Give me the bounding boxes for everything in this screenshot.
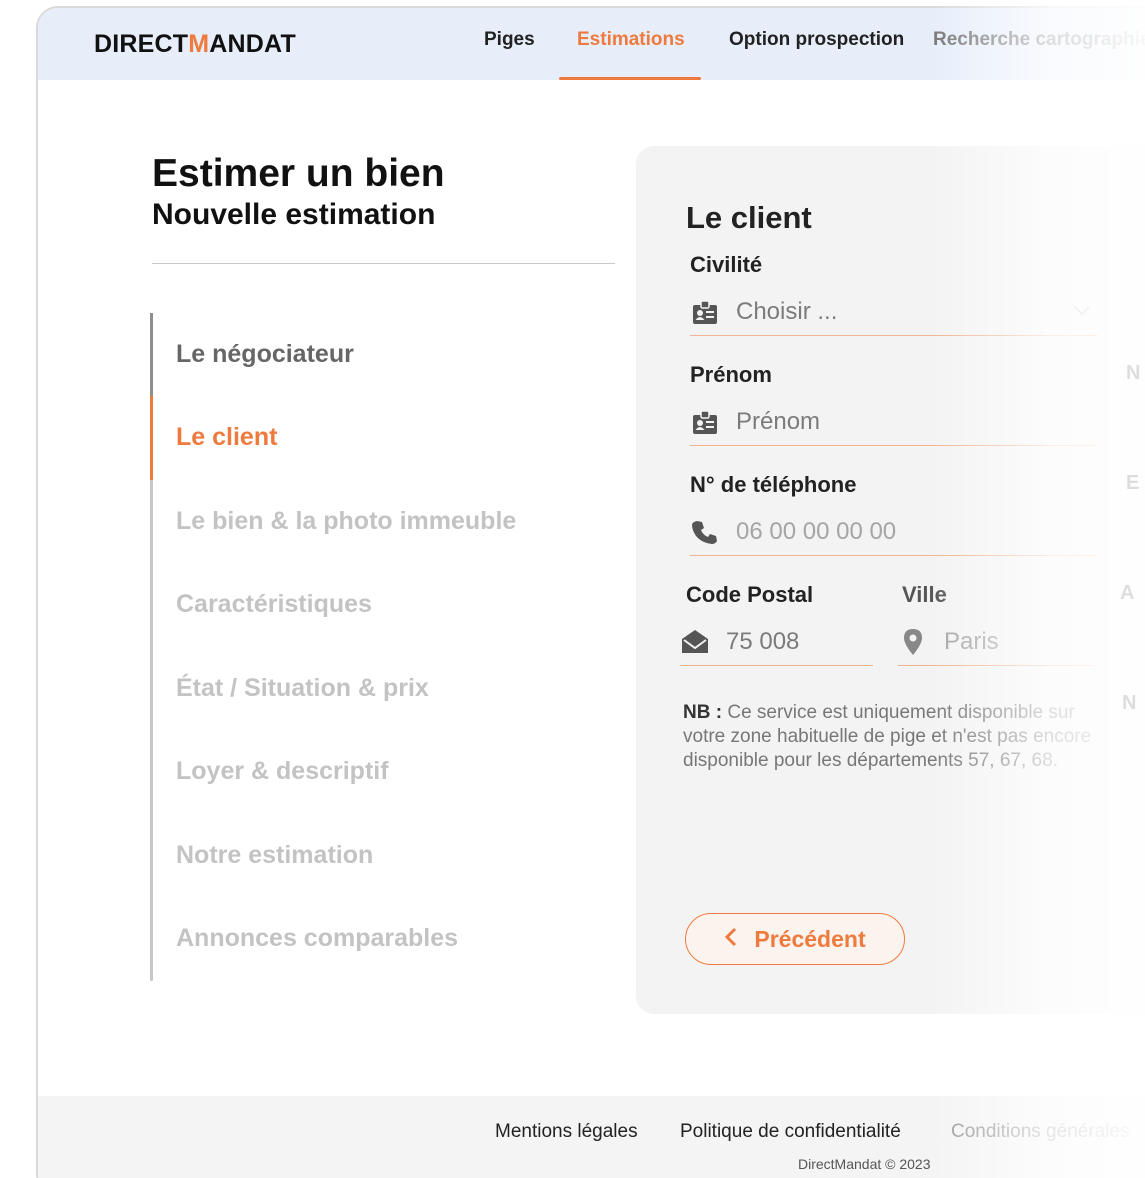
code-postal-value: 75 008 [726,627,800,655]
logo-suffix: ANDAT [209,30,296,58]
form-title: Le client [686,200,812,235]
prenom-input[interactable]: Prénom [690,398,1098,446]
previous-button[interactable]: Précédent [685,913,905,965]
step-etat-situation-prix[interactable]: État / Situation & prix [176,674,429,703]
top-header: DIRECTMANDAT Piges Estimations Option pr… [38,8,1145,80]
step-caracteristiques[interactable]: Caractéristiques [176,590,372,619]
id-badge-icon [690,297,720,327]
page-title: Estimer un bien [152,152,445,195]
ghost-label-n2: N [1122,692,1137,714]
chevron-left-icon [724,926,738,953]
app-frame: DIRECTMANDAT Piges Estimations Option pr… [36,6,1145,1178]
note-prefix: NB : [683,702,723,723]
steps-rail-done [150,313,153,396]
code-postal-label: Code Postal [686,582,814,607]
telephone-value: 06 00 00 00 00 [736,517,897,545]
chevron-down-icon [1072,300,1092,325]
ville-label: Ville [902,582,947,607]
code-postal-input[interactable]: 75 008 [680,618,873,666]
step-client[interactable]: Le client [176,423,277,452]
ghost-label-e: E [1126,472,1140,494]
page-subtitle: Nouvelle estimation [152,198,436,231]
nav-piges[interactable]: Piges [484,29,535,51]
footer-mentions-legales[interactable]: Mentions légales [495,1121,638,1143]
step-loyer-descriptif[interactable]: Loyer & descriptif [176,757,389,786]
ville-input[interactable]: Paris [898,618,1094,666]
logo-m: M [188,30,210,58]
note-text: Ce service est uniquement disponible sur… [683,702,1092,771]
id-badge-icon [690,407,720,437]
footer-politique-confidentialite[interactable]: Politique de confidentialité [680,1121,901,1143]
previous-button-label: Précédent [754,925,866,952]
footer-conditions-generales[interactable]: Conditions générales [951,1121,1130,1143]
nav-recherche-cartographie[interactable]: Recherche cartographie [933,29,1145,51]
phone-icon [690,517,720,547]
steps-rail-active [150,396,153,480]
civilite-value: Choisir ... [736,297,838,325]
civilite-select[interactable]: Choisir ... [690,288,1098,336]
envelope-open-icon [680,627,710,657]
ghost-label-n: N [1126,362,1141,384]
map-pin-icon [898,627,928,657]
logo[interactable]: DIRECTMANDAT [94,30,296,59]
step-annonces-comparables[interactable]: Annonces comparables [176,924,458,953]
service-note: NB : Ce service est uniquement disponibl… [683,701,1103,773]
prenom-value: Prénom [736,407,821,435]
ghost-label-a: A [1120,582,1135,604]
telephone-input[interactable]: 06 00 00 00 00 [690,508,1098,556]
footer: Mentions légales Politique de confidenti… [38,1096,1145,1178]
logo-prefix: DIRECT [94,30,189,58]
nav-active-underline [559,77,701,80]
step-notre-estimation[interactable]: Notre estimation [176,841,373,870]
copyright: DirectMandat © 2023 [798,1156,931,1172]
client-form-card: Le client Civilité Choisir ... Prénom Pr… [636,146,1145,1014]
step-negociateur[interactable]: Le négociateur [176,340,354,369]
prenom-label: Prénom [690,362,772,387]
civilite-label: Civilité [690,252,763,277]
step-bien-photo[interactable]: Le bien & la photo immeuble [176,507,516,536]
ville-value: Paris [944,627,999,655]
title-divider [152,263,615,264]
telephone-label: N° de téléphone [690,472,857,497]
nav-option-prospection[interactable]: Option prospection [729,29,904,51]
nav-estimations[interactable]: Estimations [577,29,685,51]
